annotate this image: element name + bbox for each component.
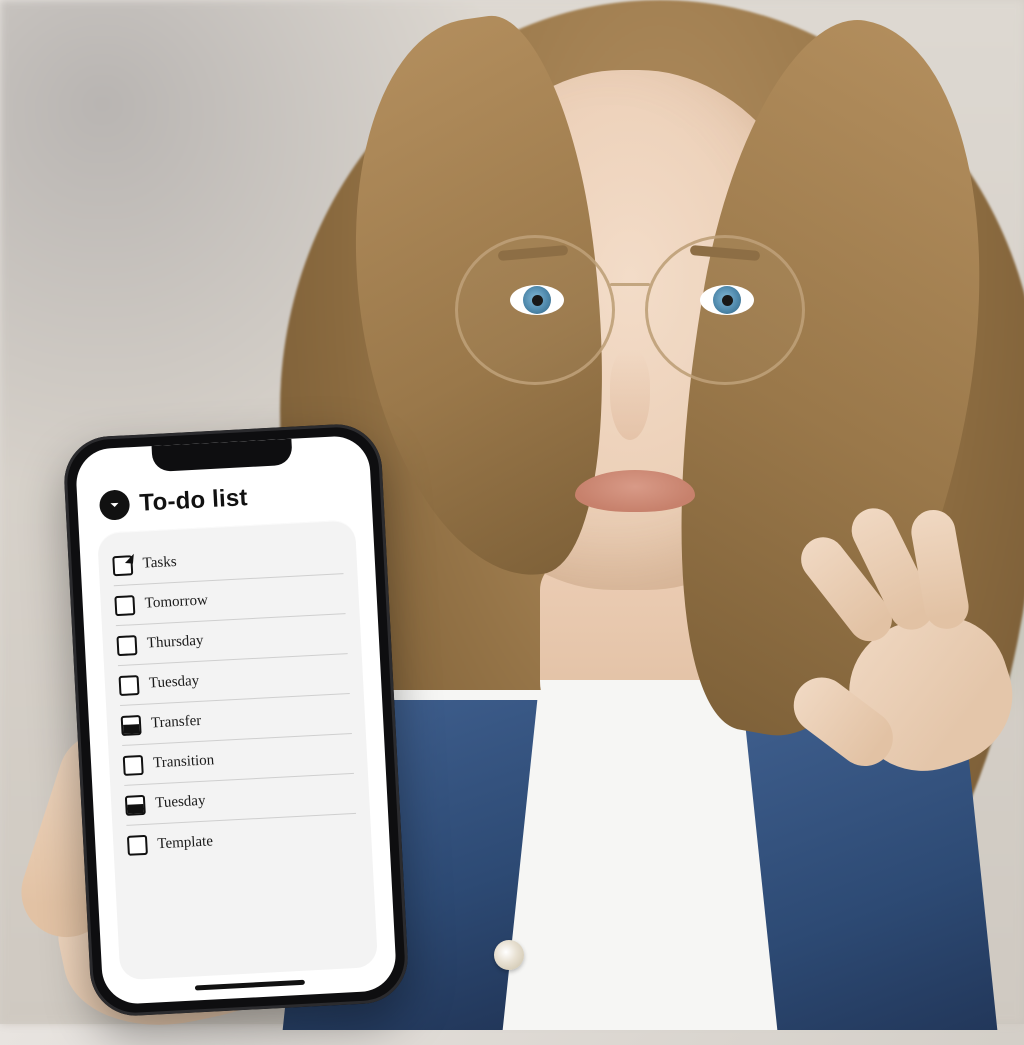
checkbox-icon[interactable] <box>127 835 148 856</box>
todo-label: Tuesday <box>149 673 200 693</box>
checkbox-icon[interactable] <box>119 675 140 696</box>
todo-label: Tomorrow <box>144 592 208 612</box>
todo-label: Transfer <box>151 713 202 733</box>
checkbox-icon[interactable] <box>112 555 133 576</box>
checkbox-icon[interactable] <box>125 794 146 815</box>
checkbox-icon[interactable] <box>123 754 144 775</box>
app-title: To-do list <box>139 484 249 518</box>
chevron-down-circle-icon[interactable] <box>99 489 131 521</box>
checkbox-icon[interactable] <box>121 714 142 735</box>
checkbox-icon[interactable] <box>116 635 137 656</box>
todo-label: Thursday <box>146 633 203 653</box>
todo-list-card: Tasks Tomorrow Thursday Tuesday Transfer <box>97 520 378 981</box>
checkbox-icon[interactable] <box>114 595 135 616</box>
phone-device: To-do list Tasks Tomorrow Thursday <box>62 422 410 1018</box>
phone-screen: To-do list Tasks Tomorrow Thursday <box>75 435 398 1006</box>
todo-label: Tuesday <box>155 793 206 813</box>
todo-label: Template <box>157 833 213 853</box>
todo-label: Transition <box>153 752 215 772</box>
todo-label: Tasks <box>142 554 177 573</box>
todo-app: To-do list Tasks Tomorrow Thursday <box>75 435 398 1006</box>
